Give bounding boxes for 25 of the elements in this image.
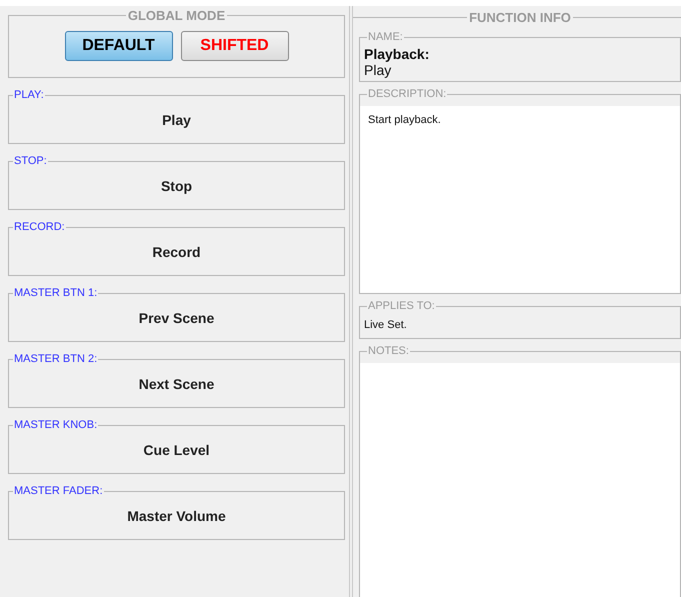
- function-name: Play: [162, 112, 191, 128]
- function-name: Next Scene: [138, 376, 214, 392]
- control-label: PLAY:: [13, 89, 45, 101]
- panel-title: GLOBAL MODE: [126, 8, 226, 23]
- control-label: MASTER FADER:: [13, 485, 104, 497]
- function-name: Master Volume: [127, 508, 226, 524]
- group-label: NOTES:: [367, 345, 410, 357]
- group-label: DESCRIPTION:: [367, 88, 448, 100]
- applies-to-text: Live Set.: [364, 318, 408, 333]
- function-name: Record: [152, 244, 201, 260]
- category-text: Playback:: [364, 46, 430, 62]
- name-text: Play: [364, 62, 392, 78]
- control-label: MASTER BTN 2:: [13, 353, 98, 365]
- function-name: Stop: [160, 178, 192, 194]
- function-name: Cue Level: [143, 442, 210, 458]
- panel-title: FUNCTION INFO: [468, 10, 572, 25]
- group-label: NAME:: [367, 31, 404, 43]
- control-label: MASTER KNOB:: [13, 419, 98, 431]
- mode-button[interactable]: DEFAULT: [64, 31, 172, 61]
- function-name: Prev Scene: [138, 310, 214, 326]
- control-label: RECORD:: [13, 221, 66, 233]
- description-text: Start playback.: [360, 106, 680, 293]
- control-label: MASTER BTN 1:: [13, 287, 98, 299]
- group-label: APPLIES TO:: [367, 300, 436, 312]
- control-label: STOP:: [13, 155, 48, 167]
